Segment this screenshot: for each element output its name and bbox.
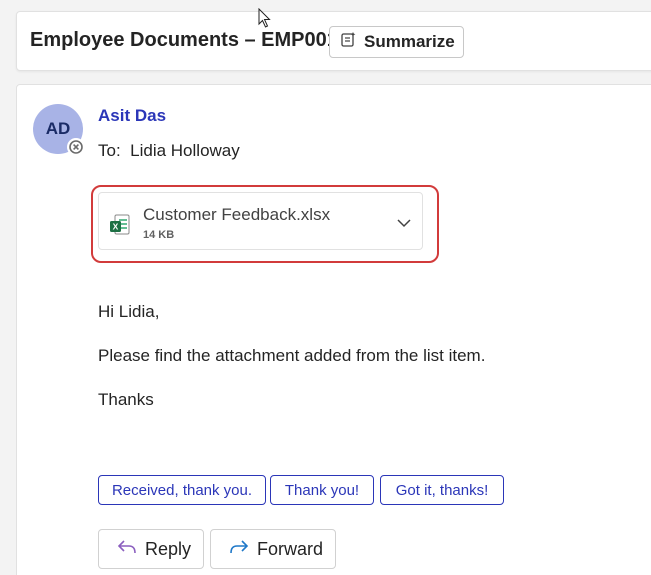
reply-arrow-icon — [117, 539, 137, 560]
forward-arrow-icon — [229, 539, 249, 560]
sender-name[interactable]: Asit Das — [98, 106, 166, 126]
summarize-icon — [340, 31, 357, 53]
subject-header: Employee Documents – EMP001 Summarize — [16, 11, 651, 71]
presence-offline-icon — [67, 138, 85, 156]
recipient-line: To: Lidia Holloway — [98, 141, 240, 161]
quick-reply-got-it[interactable]: Got it, thanks! — [380, 475, 504, 505]
forward-button[interactable]: Forward — [210, 529, 336, 569]
avatar-initials: AD — [45, 119, 71, 138]
greeting-text: Hi Lidia, — [98, 302, 160, 321]
quick-reply-received[interactable]: Received, thank you. — [98, 475, 266, 505]
reply-button[interactable]: Reply — [98, 529, 204, 569]
attachment-name: Customer Feedback.xlsx — [143, 205, 331, 224]
chevron-down-icon[interactable] — [396, 215, 412, 236]
recipient-name[interactable]: Lidia Holloway — [130, 141, 240, 160]
closing-text: Thanks — [98, 390, 154, 409]
reply-label: Reply — [145, 538, 192, 559]
attachment-size: 14 KB — [143, 229, 175, 241]
attachment-card[interactable]: X Customer Feedback.xlsx 14 KB — [98, 192, 423, 250]
summarize-button[interactable]: Summarize — [329, 26, 464, 58]
message-card: AD Asit Das To: Lidia Holloway X Custome… — [16, 84, 651, 575]
body-text: Please find the attachment added from th… — [98, 346, 486, 365]
mouse-cursor-icon — [258, 7, 272, 33]
forward-label: Forward — [257, 538, 324, 559]
excel-file-icon: X — [109, 214, 131, 241]
to-label: To: — [98, 141, 121, 160]
svg-text:X: X — [113, 222, 119, 232]
quick-reply-thank-you[interactable]: Thank you! — [270, 475, 374, 505]
summarize-label: Summarize — [364, 32, 455, 51]
email-subject: Employee Documents – EMP001 — [30, 29, 338, 51]
